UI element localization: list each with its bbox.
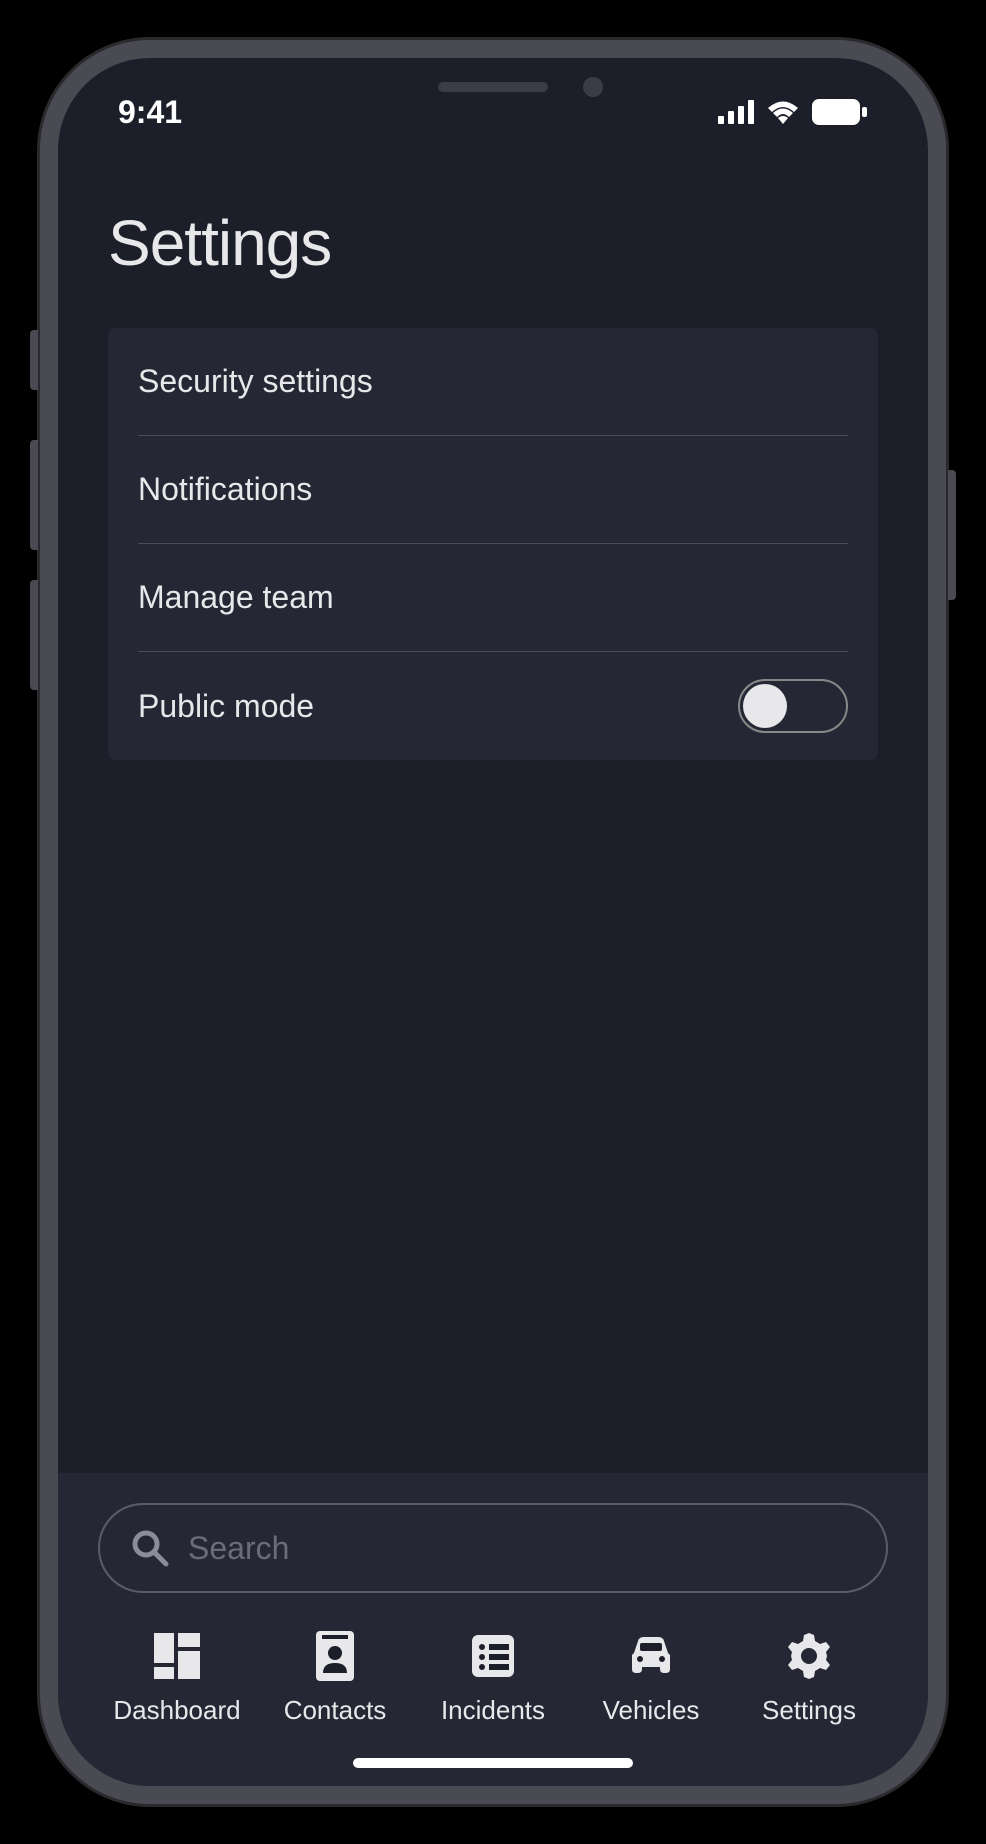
speaker-slot: [438, 82, 548, 92]
tab-label: Vehicles: [603, 1695, 700, 1726]
vehicles-icon: [624, 1629, 678, 1683]
main-content: Settings Security settings Notifications…: [58, 146, 928, 1473]
tab-vehicles[interactable]: Vehicles: [572, 1629, 730, 1726]
camera-dot: [583, 77, 603, 97]
screen: 9:41 Setting: [58, 58, 928, 1786]
phone-frame: 9:41 Setting: [40, 40, 946, 1804]
notch: [303, 58, 683, 116]
setting-label: Public mode: [138, 688, 314, 725]
tab-label: Contacts: [284, 1695, 387, 1726]
wifi-icon: [766, 100, 800, 124]
page-title: Settings: [108, 206, 878, 280]
battery-icon: [812, 99, 868, 125]
contacts-icon: [308, 1629, 362, 1683]
status-time: 9:41: [118, 94, 182, 131]
tab-bar: Dashboard Contacts: [98, 1629, 888, 1726]
setting-manage-team[interactable]: Manage team: [138, 544, 848, 652]
toggle-knob: [743, 684, 787, 728]
search-input[interactable]: Search: [98, 1503, 888, 1593]
setting-notifications[interactable]: Notifications: [138, 436, 848, 544]
search-icon: [130, 1528, 170, 1568]
dashboard-icon: [150, 1629, 204, 1683]
tab-label: Incidents: [441, 1695, 545, 1726]
setting-label: Security settings: [138, 363, 373, 400]
setting-public-mode: Public mode: [138, 652, 848, 760]
incidents-icon: [466, 1629, 520, 1683]
tab-incidents[interactable]: Incidents: [414, 1629, 572, 1726]
bottom-area: Search Dashboard: [58, 1473, 928, 1786]
setting-label: Manage team: [138, 579, 334, 616]
tab-settings[interactable]: Settings: [730, 1629, 888, 1726]
home-indicator[interactable]: [353, 1758, 633, 1768]
tab-label: Settings: [762, 1695, 856, 1726]
cellular-signal-icon: [718, 100, 754, 124]
setting-label: Notifications: [138, 471, 312, 508]
search-placeholder: Search: [188, 1530, 289, 1567]
setting-security[interactable]: Security settings: [138, 328, 848, 436]
settings-icon: [782, 1629, 836, 1683]
tab-label: Dashboard: [113, 1695, 240, 1726]
volume-down-button: [30, 580, 38, 690]
settings-list: Security settings Notifications Manage t…: [108, 328, 878, 760]
tab-dashboard[interactable]: Dashboard: [98, 1629, 256, 1726]
tab-contacts[interactable]: Contacts: [256, 1629, 414, 1726]
public-mode-toggle[interactable]: [738, 679, 848, 733]
status-icons: [718, 99, 868, 125]
volume-up-button: [30, 440, 38, 550]
